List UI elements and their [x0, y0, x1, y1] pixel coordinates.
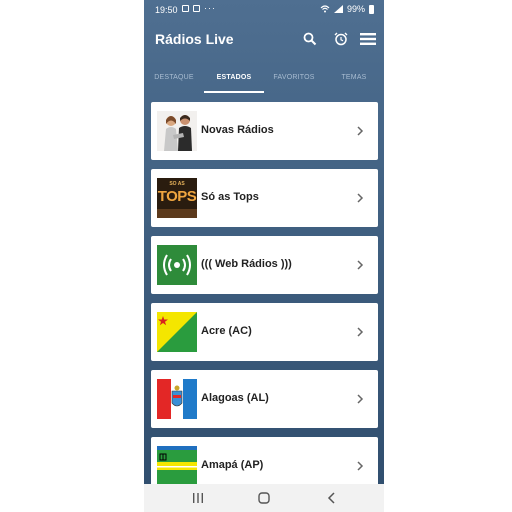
chevron-right-icon — [357, 461, 364, 471]
item-label: Acre (AC) — [201, 325, 252, 337]
list-item-alagoas[interactable]: Alagoas (AL) — [151, 370, 378, 428]
chevron-right-icon — [357, 394, 364, 404]
recent-apps-button[interactable] — [187, 489, 209, 507]
home-icon — [258, 492, 270, 504]
search-button[interactable] — [300, 29, 320, 49]
list-item-novas-radios[interactable]: Novas Rádios — [151, 102, 378, 160]
status-right: 99% — [320, 4, 374, 14]
list-item-web-radios[interactable]: ((( Web Rádios ))) — [151, 236, 378, 294]
menu-button[interactable] — [358, 29, 378, 49]
tab-estados[interactable]: ESTADOS — [204, 60, 264, 94]
status-time: 19:50 — [155, 5, 178, 15]
alarm-clock-icon — [334, 32, 348, 46]
chevron-right-icon — [357, 327, 364, 337]
item-label: Alagoas (AL) — [201, 392, 269, 404]
acre-flag-icon — [157, 312, 197, 352]
app-title: Rádios Live — [155, 31, 234, 47]
tab-favoritos[interactable]: FAVORITOS — [264, 60, 324, 94]
wifi-icon — [320, 5, 330, 13]
status-bar: 19:50 ··· 99% — [144, 0, 384, 20]
active-tab-indicator — [204, 91, 264, 93]
tab-temas[interactable]: TEMAS — [324, 60, 384, 94]
item-label: ((( Web Rádios ))) — [201, 258, 292, 270]
system-navigation-bar — [144, 484, 384, 512]
back-chevron-icon — [327, 492, 335, 504]
notification-icon — [193, 4, 200, 12]
notification-icon — [182, 4, 189, 12]
notification-icons: ··· — [182, 3, 216, 13]
home-button[interactable] — [253, 489, 275, 507]
item-label: Amapá (AP) — [201, 459, 264, 471]
chevron-right-icon — [357, 126, 364, 136]
alagoas-flag-icon — [157, 379, 197, 419]
amapa-flag-icon — [157, 446, 197, 486]
app-bar: Rádios Live — [144, 20, 384, 58]
phone-screen: 19:50 ··· 99% Rádios Live DESTAQUE ESTAD… — [144, 0, 384, 512]
thumb-wood-strip — [157, 209, 197, 218]
list-item-acre[interactable]: Acre (AC) — [151, 303, 378, 361]
item-label: Novas Rádios — [201, 124, 274, 136]
thumb-tops-text: TOPS — [157, 188, 197, 205]
chevron-right-icon — [357, 193, 364, 203]
so-as-tops-thumbnail: SO AS TOPS — [157, 178, 197, 218]
item-label: Só as Tops — [201, 191, 259, 203]
tab-bar: DESTAQUE ESTADOS FAVORITOS TEMAS — [144, 60, 384, 94]
battery-icon — [369, 4, 374, 14]
novas-radios-thumbnail — [157, 111, 197, 151]
broadcast-icon — [157, 245, 197, 285]
search-icon — [303, 32, 317, 46]
hamburger-menu-icon — [360, 33, 376, 45]
thumb-small-text: SO AS — [169, 181, 185, 187]
more-notifications: ··· — [204, 3, 216, 13]
battery-percent: 99% — [346, 4, 365, 14]
back-button[interactable] — [321, 489, 343, 507]
recent-apps-icon — [193, 493, 203, 503]
list-item-so-as-tops[interactable]: SO AS TOPS Só as Tops — [151, 169, 378, 227]
tab-destaque[interactable]: DESTAQUE — [144, 60, 204, 94]
signal-icon — [333, 5, 343, 13]
alarm-button[interactable] — [331, 29, 351, 49]
web-radios-thumbnail — [157, 245, 197, 285]
chevron-right-icon — [357, 260, 364, 270]
